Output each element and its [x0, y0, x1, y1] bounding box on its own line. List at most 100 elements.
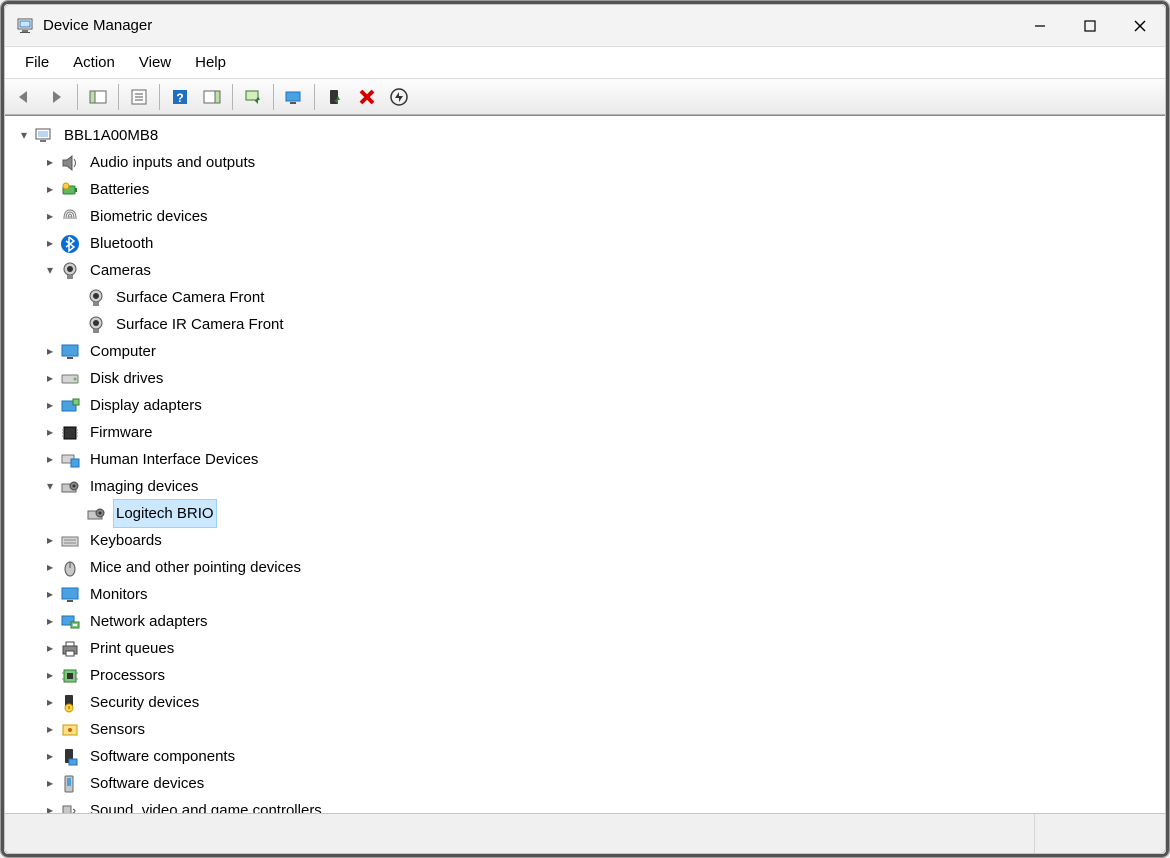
forward-button[interactable] [42, 82, 72, 112]
maximize-button[interactable] [1065, 5, 1115, 47]
bluetooth-icon [59, 233, 81, 255]
tree-item-print[interactable]: ▸ Print queues [11, 635, 1165, 662]
chevron-right-icon[interactable]: ▸ [41, 419, 59, 446]
tree-item-surface-camera-front[interactable]: ▸ Surface Camera Front [11, 284, 1165, 311]
update-driver-button[interactable] [238, 82, 268, 112]
help-button[interactable]: ? [165, 82, 195, 112]
chevron-right-icon[interactable]: ▸ [41, 203, 59, 230]
status-cell [5, 814, 1035, 853]
cpu-icon [59, 665, 81, 687]
tree-label: Firmware [87, 419, 156, 446]
menu-action[interactable]: Action [61, 50, 127, 75]
tree-item-mice[interactable]: ▸ Mice and other pointing devices [11, 554, 1165, 581]
chevron-right-icon[interactable]: ▸ [41, 392, 59, 419]
sensor-icon [59, 719, 81, 741]
tree-item-display[interactable]: ▸ Display adapters [11, 392, 1165, 419]
chevron-right-icon[interactable]: ▸ [41, 581, 59, 608]
chevron-right-icon[interactable]: ▸ [41, 608, 59, 635]
tree-label: Security devices [87, 689, 202, 716]
tree-item-imaging[interactable]: ▾ Imaging devices [11, 473, 1165, 500]
chevron-right-icon[interactable]: ▸ [41, 662, 59, 689]
window-title: Device Manager [43, 17, 152, 34]
tree-item-batteries[interactable]: ▸ Batteries [11, 176, 1165, 203]
tree-item-surface-ir-camera[interactable]: ▸ Surface IR Camera Front [11, 311, 1165, 338]
enable-device-button[interactable] [320, 82, 350, 112]
tree-item-network[interactable]: ▸ Network adapters [11, 608, 1165, 635]
menu-help[interactable]: Help [183, 50, 238, 75]
scan-hardware-button[interactable] [279, 82, 309, 112]
device-tree[interactable]: ▾ BBL1A00MB8 ▸ Audio inputs and outputs … [5, 116, 1165, 813]
chevron-right-icon[interactable]: ▸ [41, 635, 59, 662]
chevron-right-icon[interactable]: ▸ [41, 365, 59, 392]
tree-item-security[interactable]: ▸ Security devices [11, 689, 1165, 716]
chevron-down-icon[interactable]: ▾ [15, 122, 33, 149]
tree-label: Keyboards [87, 527, 165, 554]
computer-root-icon [33, 125, 55, 147]
tree-item-software-components[interactable]: ▸ Software components [11, 743, 1165, 770]
chevron-right-icon[interactable]: ▸ [41, 554, 59, 581]
tree-item-monitors[interactable]: ▸ Monitors [11, 581, 1165, 608]
disk-icon [59, 368, 81, 390]
chevron-right-icon[interactable]: ▸ [41, 446, 59, 473]
webcam-icon [85, 314, 107, 336]
chevron-right-icon[interactable]: ▸ [41, 797, 59, 813]
tree-item-cameras[interactable]: ▾ Cameras [11, 257, 1165, 284]
tree-label: Audio inputs and outputs [87, 149, 258, 176]
network-adapter-icon [59, 611, 81, 633]
tree-item-hid[interactable]: ▸ Human Interface Devices [11, 446, 1165, 473]
chevron-right-icon[interactable]: ▸ [41, 743, 59, 770]
tree-label: Disk drives [87, 365, 166, 392]
tree-item-biometric[interactable]: ▸ Biometric devices [11, 203, 1165, 230]
chevron-down-icon[interactable]: ▾ [41, 473, 59, 500]
chevron-right-icon[interactable]: ▸ [41, 689, 59, 716]
keyboard-icon [59, 530, 81, 552]
chevron-right-icon[interactable]: ▸ [41, 716, 59, 743]
tree-label: Mice and other pointing devices [87, 554, 304, 581]
monitor-icon [59, 584, 81, 606]
tree-item-software-devices[interactable]: ▸ Software devices [11, 770, 1165, 797]
minimize-button[interactable] [1015, 5, 1065, 47]
tree-item-keyboards[interactable]: ▸ Keyboards [11, 527, 1165, 554]
window-inner: Device Manager File Action View Help ? [4, 4, 1166, 854]
tree-root-row[interactable]: ▾ BBL1A00MB8 [11, 122, 1165, 149]
show-hide-console-tree-button[interactable] [83, 82, 113, 112]
tree-item-processors[interactable]: ▸ Processors [11, 662, 1165, 689]
tree-item-sound[interactable]: ▸ Sound, video and game controllers [11, 797, 1165, 813]
tree-label: Network adapters [87, 608, 211, 635]
chevron-right-icon[interactable]: ▸ [41, 149, 59, 176]
tree-item-firmware[interactable]: ▸ Firmware [11, 419, 1165, 446]
svg-text:?: ? [176, 91, 183, 105]
properties-button[interactable] [124, 82, 154, 112]
tree-item-audio[interactable]: ▸ Audio inputs and outputs [11, 149, 1165, 176]
menu-view[interactable]: View [127, 50, 183, 75]
show-hide-action-pane-button[interactable] [197, 82, 227, 112]
mouse-icon [59, 557, 81, 579]
back-button[interactable] [10, 82, 40, 112]
menubar: File Action View Help [5, 47, 1165, 79]
tree-label: Processors [87, 662, 168, 689]
tree-item-disk[interactable]: ▸ Disk drives [11, 365, 1165, 392]
hid-icon [59, 449, 81, 471]
uninstall-device-button[interactable] [352, 82, 382, 112]
chevron-right-icon[interactable]: ▸ [41, 338, 59, 365]
toolbar: ? [5, 79, 1165, 115]
tree-item-bluetooth[interactable]: ▸ Bluetooth [11, 230, 1165, 257]
chevron-right-icon[interactable]: ▸ [41, 527, 59, 554]
software-device-icon [59, 773, 81, 795]
chevron-down-icon[interactable]: ▾ [41, 257, 59, 284]
close-button[interactable] [1115, 5, 1165, 47]
tree-item-sensors[interactable]: ▸ Sensors [11, 716, 1165, 743]
tree-label: Cameras [87, 257, 154, 284]
webcam-icon [85, 287, 107, 309]
tree-item-computer[interactable]: ▸ Computer [11, 338, 1165, 365]
disable-device-button[interactable] [384, 82, 414, 112]
tree-label: Software components [87, 743, 238, 770]
tree-root-label: BBL1A00MB8 [61, 122, 161, 149]
menu-file[interactable]: File [13, 50, 61, 75]
display-adapter-icon [59, 395, 81, 417]
chevron-right-icon[interactable]: ▸ [41, 176, 59, 203]
tree-item-logitech-brio[interactable]: ▸ Logitech BRIO [11, 500, 1165, 527]
titlebar: Device Manager [5, 5, 1165, 47]
chevron-right-icon[interactable]: ▸ [41, 770, 59, 797]
chevron-right-icon[interactable]: ▸ [41, 230, 59, 257]
